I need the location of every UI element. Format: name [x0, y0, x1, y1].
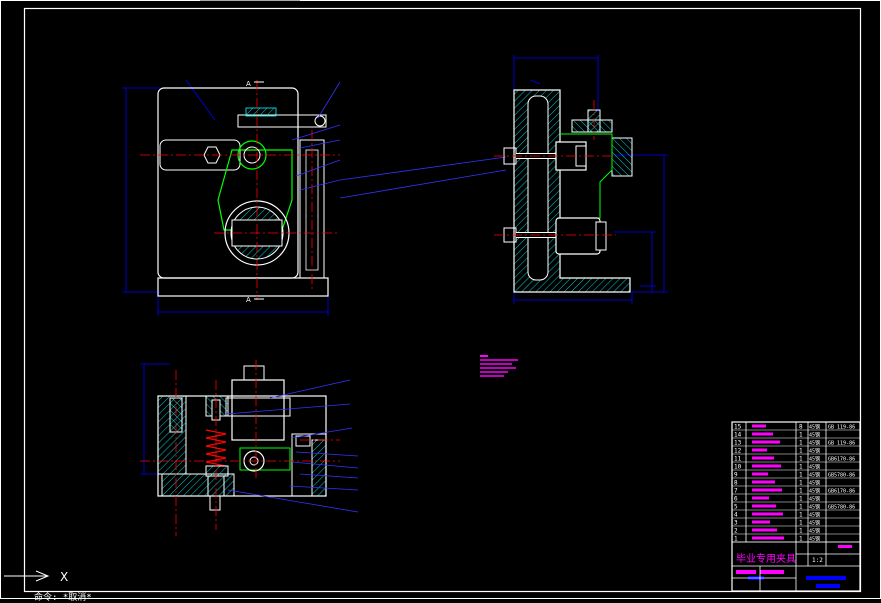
section-mark-bottom: A	[246, 296, 251, 304]
bom-quantity: 1	[799, 528, 803, 535]
bom-material: 45钢	[809, 504, 820, 511]
bom-material: 45钢	[809, 480, 820, 487]
scale-value: 1:2	[812, 557, 823, 564]
bom-part-name-mark	[752, 536, 784, 540]
bom-material: 45钢	[809, 448, 820, 455]
bom-item-number: 9	[734, 472, 738, 479]
bom-quantity: 1	[799, 512, 803, 519]
bom-item-number: 14	[734, 432, 742, 439]
bom-part-name-mark	[752, 480, 775, 484]
bom-material: 45钢	[809, 520, 820, 527]
bom-part-name-mark	[752, 424, 766, 428]
bom-part-name-mark	[752, 496, 769, 500]
bom-part-name-mark	[752, 512, 783, 516]
bom-material: 45钢	[809, 432, 820, 439]
bom-material: 45钢	[809, 536, 820, 543]
bom-quantity: 1	[799, 472, 803, 479]
bom-part-name-mark	[752, 520, 770, 524]
side-section-view[interactable]	[494, 55, 668, 304]
bom-material: 45钢	[809, 488, 820, 495]
bom-item-number: 12	[734, 448, 742, 455]
bom-part-name-mark	[752, 456, 774, 460]
cad-drawing-canvas[interactable]: A A 15 8 45钢 GB 119-8614 1 45钢13 1 45钢 G…	[0, 0, 881, 599]
bom-material: 45钢	[809, 464, 820, 471]
bom-part-name-mark	[752, 528, 777, 532]
bom-material: 45钢	[809, 496, 820, 503]
bom-item-number: 11	[734, 456, 742, 463]
bom-quantity: 1	[799, 496, 803, 503]
bom-quantity: 1	[799, 432, 803, 439]
top-view[interactable]	[140, 360, 359, 536]
bom-quantity: 1	[799, 440, 803, 447]
drawing-title: 毕业专用夹具	[736, 552, 796, 565]
bom-material: 45钢	[809, 472, 820, 479]
bom-quantity: 1	[799, 520, 803, 527]
bom-item-number: 2	[734, 528, 738, 535]
bom-standard: GB 119-86	[828, 441, 855, 447]
bom-quantity: 1	[799, 536, 803, 543]
title-block[interactable]: 15 8 45钢 GB 119-8614 1 45钢13 1 45钢 GB 119-8612 1 4…	[731, 421, 861, 592]
bom-material: 45钢	[809, 440, 820, 447]
bom-item-number: 3	[734, 520, 738, 527]
bom-quantity: 1	[799, 464, 803, 471]
bom-material: 45钢	[809, 456, 820, 463]
bom-quantity: 1	[799, 480, 803, 487]
bom-standard: GB6170-86	[828, 457, 855, 463]
bom-part-name-mark	[752, 504, 776, 508]
ucs-icon: X	[4, 570, 68, 584]
technical-requirements	[480, 355, 518, 377]
front-view[interactable]: A A	[122, 79, 341, 316]
bom-item-number: 4	[734, 512, 738, 519]
bom-standard: GB 119-86	[828, 425, 855, 431]
bom-item-number: 6	[734, 496, 738, 503]
bom-part-name-mark	[752, 432, 773, 436]
bom-standard: GB6170-86	[828, 489, 855, 495]
bom-quantity: 1	[799, 504, 803, 511]
bom-part-name-mark	[752, 472, 768, 476]
drawing-frame	[0, 0, 881, 599]
bom-part-name-mark	[752, 488, 782, 492]
bom-item-number: 13	[734, 440, 742, 447]
command-line[interactable]: 命令: *取消*	[34, 590, 92, 603]
bom-part-name-mark	[752, 464, 781, 468]
bom-quantity: 1	[799, 456, 803, 463]
bom-standard: GB5780-86	[828, 505, 855, 511]
bom-material: 45钢	[809, 512, 820, 519]
front-view-leaders	[291, 81, 341, 191]
bom-quantity: 8	[799, 424, 803, 431]
cross-view-leaders	[339, 156, 507, 199]
bom-standard: GB5780-86	[828, 473, 855, 479]
bom-item-number: 5	[734, 504, 738, 511]
section-mark-top: A	[246, 80, 251, 88]
bom-material: 45钢	[809, 424, 820, 431]
bom-item-number: 8	[734, 480, 738, 487]
bom-material: 45钢	[809, 528, 820, 535]
bom-item-number: 1	[734, 536, 738, 543]
bom-part-name-mark	[752, 448, 767, 452]
bom-quantity: 1	[799, 488, 803, 495]
ucs-x-label: X	[60, 570, 68, 584]
front-view-centerlines	[140, 80, 340, 300]
bom-item-number: 10	[734, 464, 742, 471]
bom-part-name-mark	[752, 440, 780, 444]
bom-quantity: 1	[799, 448, 803, 455]
bom-item-number: 7	[734, 488, 738, 495]
bom-item-number: 15	[734, 424, 742, 431]
